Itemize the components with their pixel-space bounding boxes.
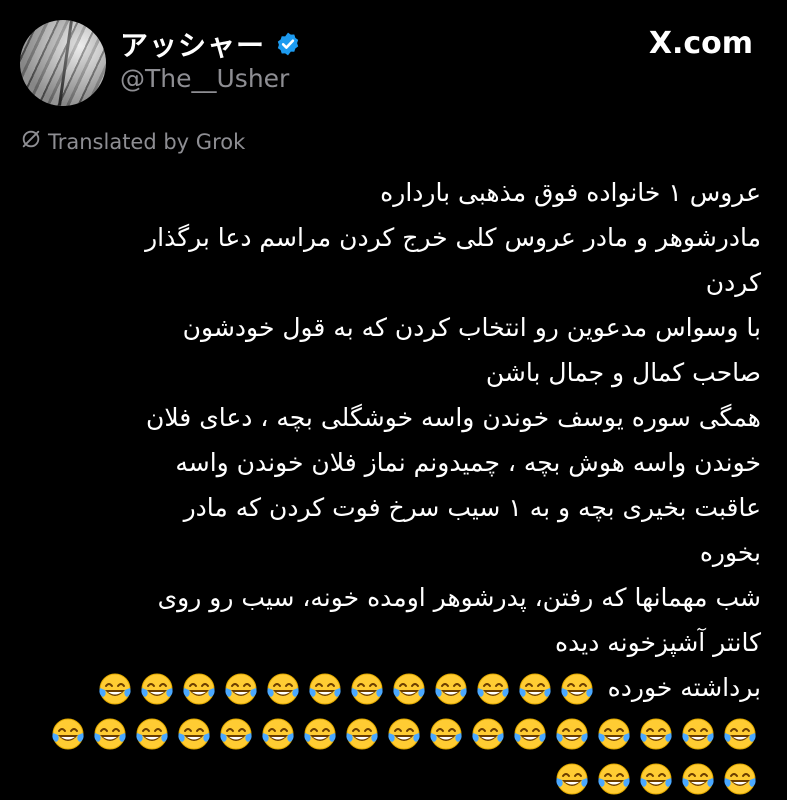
tweet-text: عروس ۱ خانواده فوق مذهبی بارداره مادرشوه… [16, 170, 761, 800]
laughing-crying-emoji-icon [134, 716, 170, 752]
laughing-crying-emoji-icon [517, 671, 553, 707]
laughing-crying-emoji-icon [92, 716, 128, 752]
laughing-crying-emoji-icon [307, 671, 343, 707]
laughing-crying-emoji-icon [554, 716, 590, 752]
emoji-line [16, 755, 761, 800]
user-handle[interactable]: @The__Usher [120, 64, 289, 93]
laughing-crying-emoji-icon [176, 716, 212, 752]
laughing-crying-emoji-icon [265, 671, 301, 707]
tweet-line: با وسواس مدعوین رو انتخاب کردن که به قول… [182, 313, 761, 342]
tweet-line: عروس ۱ خانواده فوق مذهبی بارداره [380, 178, 761, 207]
laughing-crying-emoji-icon [680, 761, 716, 797]
x-com-logo[interactable]: X.com [649, 26, 753, 61]
laughing-crying-emoji-icon [50, 716, 86, 752]
tweet-line: بخوره [699, 538, 761, 567]
tweet-line: صاحب کمال و جمال باشن [485, 358, 761, 387]
laughing-crying-emoji-icon [344, 716, 380, 752]
avatar[interactable] [20, 20, 106, 106]
laughing-crying-emoji-icon [512, 716, 548, 752]
laughing-crying-emoji-icon [260, 716, 296, 752]
tweet-line: خوندن واسه هوش بچه ، چمیدونم نماز فلان خ… [175, 448, 761, 477]
tweet-line: شب مهمانها که رفتن، پدرشوهر اومده خونه، … [157, 583, 761, 612]
laughing-crying-emoji-icon [386, 716, 422, 752]
avatar-shade [20, 20, 106, 106]
laughing-crying-emoji-icon [680, 716, 716, 752]
laughing-crying-emoji-icon [638, 761, 674, 797]
laughing-crying-emoji-icon [181, 671, 217, 707]
laughing-crying-emoji-icon [428, 716, 464, 752]
laughing-crying-emoji-icon [596, 761, 632, 797]
tweet-line: کردن [705, 268, 761, 297]
laughing-crying-emoji-icon [218, 716, 254, 752]
tweet-line: همگی سوره یوسف خوندن واسه خوشگلی بچه ، د… [146, 403, 761, 432]
laughing-crying-emoji-icon [638, 716, 674, 752]
laughing-crying-emoji-icon [470, 716, 506, 752]
laughing-crying-emoji-icon [223, 671, 259, 707]
verified-badge-icon [275, 31, 301, 57]
tweet-line: کانتر آشپزخونه دیده [555, 628, 761, 657]
laughing-crying-emoji-icon [349, 671, 385, 707]
translated-label: Translated by Grok [48, 129, 246, 154]
display-name[interactable]: アッシャー [120, 24, 265, 64]
tweet-line: مادرشوهر و مادر عروس کلی خرج کردن مراسم … [145, 223, 761, 252]
emoji-group [94, 673, 598, 705]
laughing-crying-emoji-icon [97, 671, 133, 707]
tweet-header: アッシャー @The__Usher X.com [0, 0, 787, 120]
tweet-line: عاقبت بخیری بچه و به ۱ سیب سرخ فوت کردن … [183, 493, 761, 522]
emoji-line [16, 710, 761, 755]
laughing-crying-emoji-icon [475, 671, 511, 707]
laughing-crying-emoji-icon [139, 671, 175, 707]
translated-by-grok: Translated by Grok [20, 128, 245, 155]
tweet-line-with-emojis: برداشته خورده [16, 665, 761, 710]
name-row: アッシャー [120, 26, 301, 62]
laughing-crying-emoji-icon [596, 716, 632, 752]
laughing-crying-emoji-icon [722, 761, 758, 797]
tweet-line: برداشته خورده [607, 673, 761, 702]
laughing-crying-emoji-icon [391, 671, 427, 707]
laughing-crying-emoji-icon [554, 761, 590, 797]
grok-icon [20, 128, 42, 155]
laughing-crying-emoji-icon [302, 716, 338, 752]
laughing-crying-emoji-icon [433, 671, 469, 707]
laughing-crying-emoji-icon [722, 716, 758, 752]
laughing-crying-emoji-icon [559, 671, 595, 707]
